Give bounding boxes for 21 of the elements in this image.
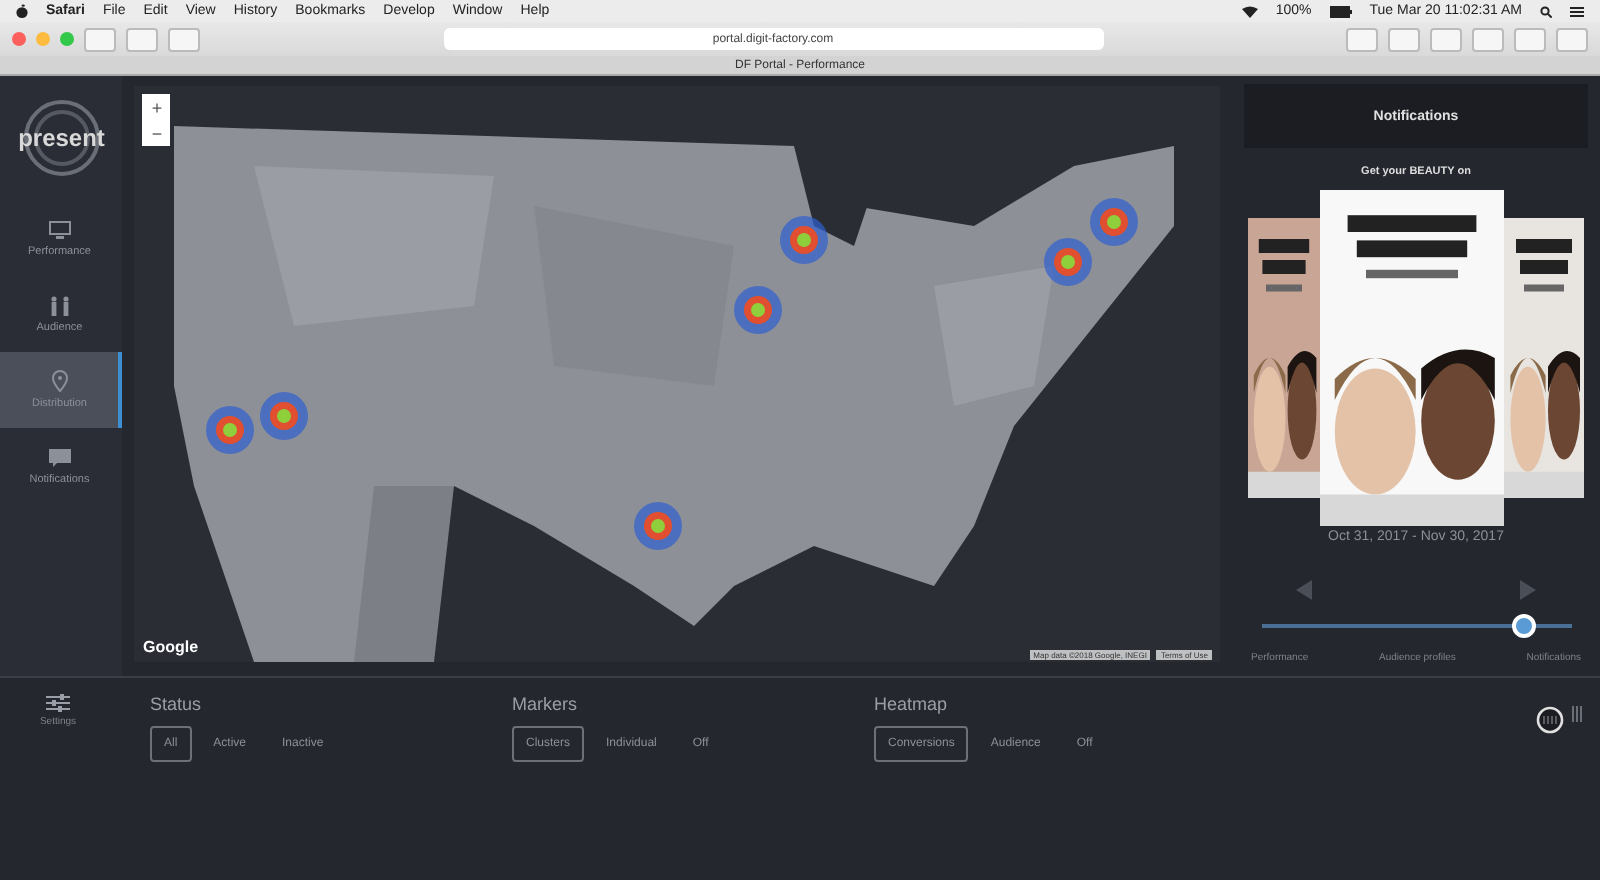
filter-title: Heatmap	[874, 694, 950, 714]
slider-thumb[interactable]	[1512, 614, 1537, 638]
map-logo: Google	[142, 638, 199, 656]
message-icon	[47, 447, 72, 467]
settings-sliders-icon[interactable]	[46, 694, 70, 712]
filter-title: Status	[150, 694, 204, 714]
apple-logo-icon[interactable]	[16, 4, 28, 18]
battery-icon[interactable]	[1329, 5, 1352, 17]
search-icon[interactable]	[1540, 5, 1552, 17]
grid-view-icon[interactable]	[1572, 706, 1584, 722]
app-logo: present	[18, 124, 105, 152]
location-pin-icon	[51, 370, 68, 392]
filter-title: Markers	[512, 694, 580, 714]
logo-rings-icon	[21, 98, 102, 178]
previous-arrow-icon[interactable]	[1296, 580, 1312, 600]
list-icon[interactable]	[1570, 5, 1584, 17]
circle-view-icon[interactable]	[1536, 706, 1564, 734]
next-arrow-icon[interactable]	[1520, 580, 1536, 600]
people-icon	[47, 295, 72, 315]
monitor-icon	[47, 219, 72, 239]
wifi-icon[interactable]	[1241, 5, 1258, 17]
